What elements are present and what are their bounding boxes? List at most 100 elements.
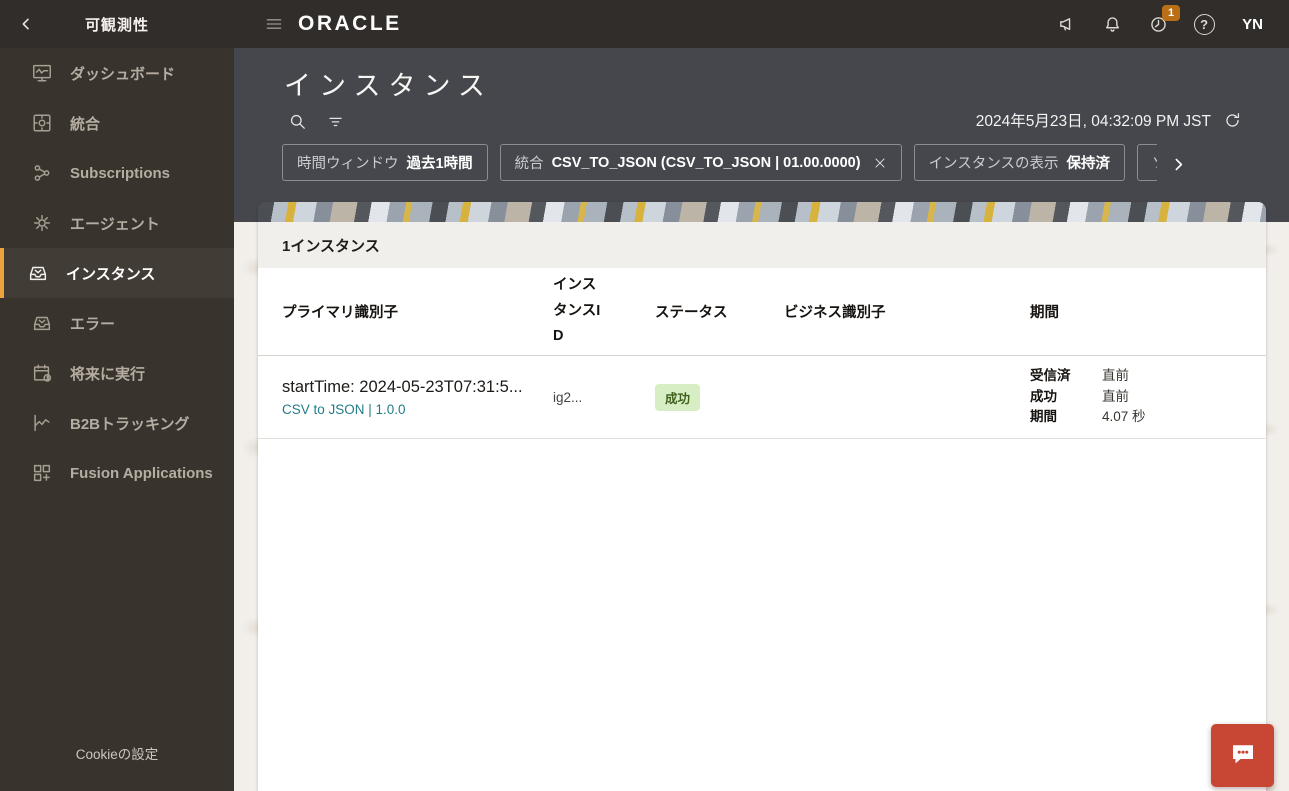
- inbox-error-icon: [31, 312, 53, 334]
- sidebar-item-subscriptions[interactable]: Subscriptions: [0, 148, 234, 198]
- clock-badge: 1: [1162, 5, 1180, 21]
- bell-icon: [1102, 14, 1123, 35]
- table-row[interactable]: startTime: 2024-05-23T07:31:5... CSV to …: [258, 356, 1266, 439]
- sidebar-item-agents[interactable]: エージェント: [0, 198, 234, 248]
- chip-label: インスタンスの表示: [929, 152, 1059, 173]
- sidebar-item-label: 統合: [70, 113, 100, 134]
- column-header-status: ステータス: [655, 301, 784, 322]
- calendar-clock-icon: [31, 362, 53, 384]
- instance-count-bar: 1インスタンス: [258, 222, 1266, 268]
- sidebar-item-future-runs[interactable]: 将来に実行: [0, 348, 234, 398]
- cell-primary-identifier: startTime: 2024-05-23T07:31:5... CSV to …: [282, 377, 553, 416]
- sidebar-item-dashboards[interactable]: ダッシュボード: [0, 48, 234, 98]
- filter-chips: 時間ウィンドウ 過去1時間 統合 CSV_TO_JSON (CSV_TO_JSO…: [282, 144, 1157, 182]
- help-button[interactable]: ?: [1186, 6, 1222, 42]
- filter-icon: [326, 112, 345, 131]
- duration-label: 成功: [1030, 387, 1102, 408]
- chip-value: CSV_TO_JSON (CSV_TO_JSON | 01.00.0000): [552, 155, 861, 171]
- timestamp-row: 2024年5月23日, 04:32:09 PM JST: [976, 108, 1247, 132]
- sidebar-item-label: 将来に実行: [70, 363, 145, 384]
- chip-label: 統合: [515, 152, 544, 173]
- status-badge: 成功: [655, 384, 700, 411]
- duration-value: 4.07 秒: [1102, 407, 1242, 428]
- chevron-left-icon: [18, 16, 42, 32]
- cell-instance-id: ig2...: [553, 390, 655, 405]
- column-header-business-identifier: ビジネス識別子: [784, 301, 1030, 322]
- user-avatar[interactable]: YN: [1232, 10, 1267, 39]
- remove-filter-icon[interactable]: [873, 156, 887, 170]
- column-header-duration: 期間: [1030, 301, 1242, 322]
- sidebar-item-label: エージェント: [70, 213, 160, 234]
- sidebar-item-label: インスタンス: [66, 263, 155, 284]
- hamburger-icon: [264, 14, 284, 34]
- notifications-button[interactable]: [1094, 6, 1130, 42]
- filter-chip-show-instances[interactable]: インスタンスの表示 保持済: [914, 144, 1125, 181]
- duration-value: 直前: [1102, 366, 1242, 387]
- gear-icon: [31, 212, 53, 234]
- sidebar-item-instances[interactable]: インスタンス: [0, 248, 234, 298]
- cookie-settings-link[interactable]: Cookieの設定: [0, 743, 234, 763]
- filter-chip-sort-by[interactable]: ソート基: [1137, 144, 1157, 181]
- table-header-row: プライマリ識別子 インスタンスID ステータス ビジネス識別子 期間: [258, 268, 1266, 356]
- cell-duration: 受信済 直前 成功 直前 期間 4.07 秒: [1030, 366, 1242, 428]
- chip-label: 時間ウィンドウ: [297, 152, 399, 173]
- menu-button[interactable]: [264, 14, 284, 34]
- primary-identifier-link[interactable]: startTime: 2024-05-23T07:31:5...: [282, 377, 553, 398]
- decorative-banner: [258, 202, 1266, 222]
- integration-icon: [31, 112, 53, 134]
- sidebar-header: 可観測性: [0, 0, 234, 48]
- grid-plus-icon: [31, 462, 53, 484]
- chip-label: ソート基: [1152, 152, 1157, 173]
- sidebar-item-label: Fusion Applications: [70, 465, 213, 482]
- chevron-right-icon: [1170, 156, 1198, 173]
- filter-chip-integration[interactable]: 統合 CSV_TO_JSON (CSV_TO_JSON | 01.00.0000…: [500, 144, 902, 181]
- sidebar-item-b2b-tracking[interactable]: B2Bトラッキング: [0, 398, 234, 448]
- topbar-actions: 1 ? YN: [1048, 6, 1289, 42]
- chips-scroll-right-button[interactable]: [1170, 152, 1198, 176]
- top-bar: 可観測性 ORACLE 1 ? YN: [0, 0, 1289, 48]
- page-header: インスタンス 2024年5月23日, 04:32:09 PM JST: [234, 48, 1289, 222]
- nodes-icon: [31, 162, 53, 184]
- sidebar-item-label: B2Bトラッキング: [70, 413, 190, 434]
- search-button[interactable]: [282, 108, 312, 134]
- sidebar-item-integrations[interactable]: 統合: [0, 98, 234, 148]
- chip-value: 過去1時間: [407, 152, 473, 173]
- chat-bubble-icon: [1228, 739, 1258, 772]
- sidebar-item-label: Subscriptions: [70, 165, 170, 182]
- cell-status: 成功: [655, 384, 784, 411]
- chat-assistant-button[interactable]: [1211, 724, 1274, 787]
- dashboard-icon: [31, 62, 53, 84]
- filter-button[interactable]: [320, 108, 350, 134]
- sidebar-item-fusion-applications[interactable]: Fusion Applications: [0, 448, 234, 498]
- megaphone-icon: [1056, 14, 1077, 35]
- duration-label: 受信済: [1030, 366, 1102, 387]
- filter-chip-time-window[interactable]: 時間ウィンドウ 過去1時間: [282, 144, 488, 181]
- refresh-icon: [1223, 111, 1247, 130]
- oracle-logo: ORACLE: [298, 12, 402, 36]
- app-title: 可観測性: [85, 14, 149, 35]
- instances-table: プライマリ識別子 インスタンスID ステータス ビジネス識別子 期間 start…: [258, 268, 1266, 791]
- duration-value: 直前: [1102, 387, 1242, 408]
- sidebar-item-errors[interactable]: エラー: [0, 298, 234, 348]
- chip-value: 保持済: [1066, 152, 1110, 173]
- sidebar-item-label: ダッシュボード: [70, 63, 175, 84]
- column-header-instance-id: インスタンスID: [553, 273, 655, 349]
- chart-line-icon: [31, 412, 53, 434]
- collapse-sidebar-button[interactable]: [18, 12, 42, 36]
- instances-card: 1インスタンス プライマリ識別子 インスタンスID ステータス ビジネス識別子 …: [258, 202, 1266, 791]
- duration-label: 期間: [1030, 407, 1102, 428]
- page-title: インスタンス: [284, 64, 493, 103]
- column-header-primary-identifier: プライマリ識別子: [282, 301, 553, 322]
- help-icon: ?: [1194, 14, 1215, 35]
- instance-count: 1インスタンス: [282, 235, 380, 256]
- integration-version-link[interactable]: CSV to JSON | 1.0.0: [282, 402, 553, 417]
- sidebar-nav: ダッシュボード 統合 Subscriptions エージェント インスタンス エ…: [0, 48, 234, 791]
- last-refreshed-timestamp: 2024年5月23日, 04:32:09 PM JST: [976, 109, 1211, 131]
- search-filter-tools: [282, 108, 350, 134]
- refresh-button[interactable]: [1223, 108, 1247, 132]
- recent-activity-button[interactable]: 1: [1140, 6, 1176, 42]
- announcements-button[interactable]: [1048, 6, 1084, 42]
- search-icon: [288, 112, 307, 131]
- main-content: インスタンス 2024年5月23日, 04:32:09 PM JST: [234, 48, 1289, 791]
- inbox-icon: [27, 262, 49, 284]
